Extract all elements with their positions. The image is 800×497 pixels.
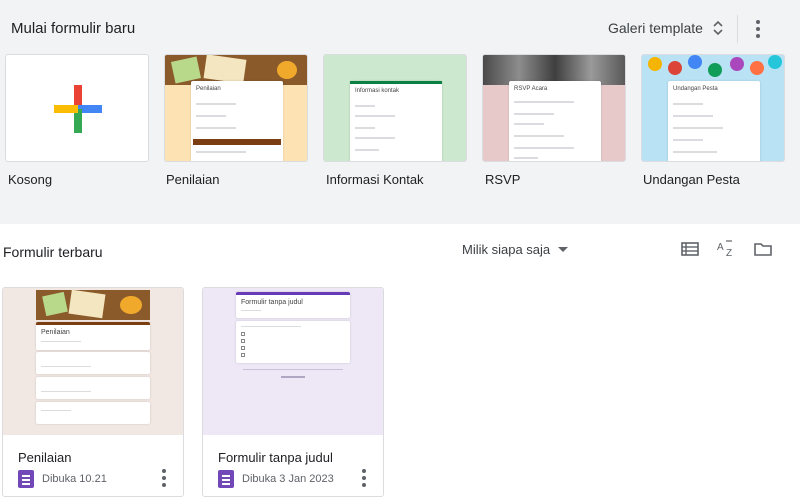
party-preview-title: Undangan Pesta — [673, 86, 718, 92]
template-gallery-label: Galeri template — [608, 20, 703, 36]
svg-text:A: A — [717, 242, 724, 253]
unfold-icon — [713, 20, 723, 36]
header-divider — [737, 15, 738, 43]
start-new-form-section: Mulai formulir baru Galeri template Koso… — [0, 0, 800, 224]
thumbnail-title: Penilaian — [41, 329, 70, 336]
template-rsvp[interactable]: RSVP Acara — [482, 54, 626, 162]
recent-form-card[interactable]: Formulir tanpa judul Formulir tanpa judu… — [202, 287, 384, 497]
opened-date: Dibuka 3 Jan 2023 — [242, 473, 334, 485]
opened-date: Dibuka 10.21 — [42, 473, 107, 485]
form-title: Penilaian — [18, 450, 72, 465]
rsvp-preview-title: RSVP Acara — [514, 86, 548, 92]
recent-forms-title: Formulir terbaru — [3, 244, 103, 260]
caret-down-icon — [558, 247, 569, 252]
template-contact-info[interactable]: Informasi kontak — [323, 54, 467, 162]
template-rsvp-label: RSVP — [485, 172, 521, 187]
section-title: Mulai formulir baru — [11, 20, 136, 37]
template-blank[interactable] — [5, 54, 149, 162]
more-options-icon[interactable] — [358, 468, 370, 488]
google-forms-icon — [218, 470, 234, 488]
form-meta: Dibuka 10.21 — [18, 470, 107, 488]
more-options-icon[interactable] — [158, 468, 170, 488]
more-options-icon[interactable] — [752, 17, 764, 41]
assessment-preview-title: Penilaian — [196, 86, 221, 92]
plus-icon — [54, 85, 102, 133]
form-thumbnail: Formulir tanpa judul — [203, 288, 383, 435]
template-gallery-button[interactable]: Galeri template — [608, 20, 723, 36]
svg-text:Z: Z — [726, 248, 732, 259]
thumbnail-header-art — [36, 289, 150, 320]
template-party-invite[interactable]: Undangan Pesta — [641, 54, 785, 162]
template-blank-label: Kosong — [8, 172, 53, 187]
form-thumbnail: Penilaian — [3, 288, 183, 435]
recent-form-card[interactable]: Penilaian Penilaian Dibuka 10.21 — [2, 287, 184, 497]
template-assessment-label: Penilaian — [166, 172, 220, 187]
template-assessment[interactable]: Penilaian — [164, 54, 308, 162]
folder-icon[interactable] — [753, 239, 773, 259]
template-contact-info-label: Informasi Kontak — [326, 172, 424, 187]
owner-filter-dropdown[interactable]: Milik siapa saja — [462, 242, 569, 257]
list-view-icon[interactable] — [680, 239, 700, 259]
form-title: Formulir tanpa judul — [218, 450, 333, 465]
template-party-invite-label: Undangan Pesta — [643, 172, 740, 187]
thumbnail-title: Formulir tanpa judul — [241, 299, 303, 306]
google-forms-icon — [18, 470, 34, 488]
sort-az-icon[interactable]: A Z — [716, 239, 736, 259]
form-meta: Dibuka 3 Jan 2023 — [218, 470, 334, 488]
owner-filter-label: Milik siapa saja — [462, 242, 551, 257]
contact-preview-title: Informasi kontak — [355, 88, 400, 94]
